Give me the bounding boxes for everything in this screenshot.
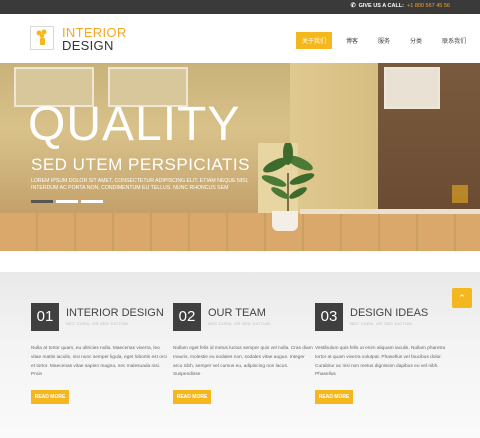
feature-title: INTERIOR DESIGN — [66, 307, 164, 319]
feature-text: Nulla at tortor quam, eu ultricies nulla… — [31, 346, 167, 378]
read-more-button[interactable]: READ MORE — [173, 390, 211, 404]
nav-item-about[interactable]: 关于我们 — [296, 32, 333, 49]
feature-number: 02 — [173, 303, 201, 331]
slider-dot-1[interactable] — [31, 200, 53, 203]
nav-item-categories[interactable]: 分类 — [404, 32, 428, 49]
hero-subtitle: SED UTEM PERSPICIATIS — [31, 155, 250, 174]
top-bar: ✆ GIVE US A CALL: +1 800 567 45 56 — [0, 0, 480, 14]
call-info: ✆ GIVE US A CALL: +1 800 567 45 56 — [351, 2, 450, 9]
logo-text-secondary[interactable]: DESIGN — [62, 38, 114, 53]
nav-item-services[interactable]: 服务 — [372, 32, 396, 49]
hero-title: QUALITY — [28, 98, 241, 151]
feature-title: OUR TEAM — [208, 307, 266, 319]
plant-pot — [272, 211, 298, 231]
feature-text: Nullam eget felis id metus luctus semper… — [173, 346, 313, 378]
phone-number[interactable]: +1 800 567 45 56 — [407, 3, 450, 9]
hero-slider: QUALITY SED UTEM PERSPICIATIS LOREM IPSU… — [0, 63, 480, 251]
site-header: INTERIOR DESIGN 关于我们 博客 服务 分类 联系我们 — [0, 14, 480, 63]
feature-subtitle: NEC CURA, OR SED DICTUM — [66, 321, 129, 326]
scroll-to-top-button[interactable]: ⌃ — [452, 288, 472, 308]
call-label: GIVE US A CALL: — [358, 3, 405, 9]
chevron-up-icon: ⌃ — [458, 293, 466, 303]
feature-number: 01 — [31, 303, 59, 331]
floor — [0, 213, 480, 251]
main-nav: 关于我们 博客 服务 分类 联系我们 — [296, 32, 480, 49]
phone-icon: ✆ — [350, 3, 356, 9]
slider-pagination — [31, 200, 103, 203]
read-more-button[interactable]: READ MORE — [31, 390, 69, 404]
hero-description: LOREM IPSUM DOLOR SIT AMET, CONSECTETUR … — [31, 178, 249, 191]
feature-subtitle: NEC CURA, OR SED DICTUM — [350, 321, 413, 326]
nav-item-contact[interactable]: 联系我们 — [436, 32, 472, 49]
feature-subtitle: NEC CURA, OR SED DICTUM — [208, 321, 271, 326]
slider-next-button[interactable] — [452, 185, 468, 203]
features-section: 01 INTERIOR DESIGN NEC CURA, OR SED DICT… — [0, 272, 480, 438]
slider-dot-2[interactable] — [56, 200, 78, 203]
plant-image — [261, 143, 315, 211]
read-more-button[interactable]: READ MORE — [315, 390, 353, 404]
nav-item-blog[interactable]: 博客 — [340, 32, 364, 49]
feature-title: DESIGN IDEAS — [350, 307, 429, 319]
picture-frame — [384, 67, 440, 109]
logo-icon[interactable] — [30, 26, 54, 50]
feature-text: Vestibulum quis felis ut enim aliquam ia… — [315, 346, 446, 378]
feature-number: 03 — [315, 303, 343, 331]
slider-dot-3[interactable] — [81, 200, 103, 203]
